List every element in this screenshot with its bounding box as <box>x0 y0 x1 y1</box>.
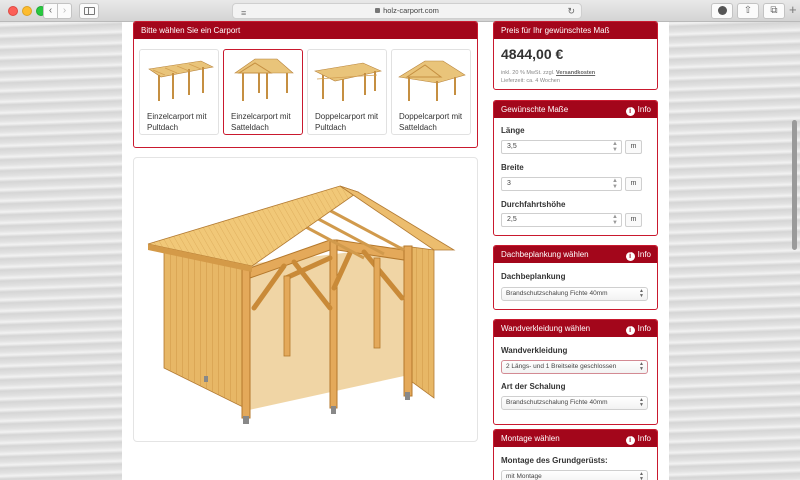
downloads-button[interactable] <box>711 3 733 19</box>
carport-pultdach-thumbnail <box>148 60 214 101</box>
tab-overview-button[interactable]: ⧉ <box>763 3 785 19</box>
sidebar-toggle-button[interactable] <box>79 3 99 19</box>
wall-info-button[interactable]: i Info <box>625 320 651 337</box>
lock-icon <box>375 8 381 13</box>
stepper-icon[interactable]: ▲ ▼ <box>612 141 618 153</box>
info-icon: i <box>625 326 635 335</box>
card-label: Einzelcarport mit Satteldach <box>231 112 291 132</box>
dimensions-header: Gewünschte Maße i Info <box>494 101 657 118</box>
card-doppel-satteldach[interactable]: Doppelcarport mit Satteldach <box>391 49 471 135</box>
share-button[interactable]: ⇧ <box>737 3 759 19</box>
wall-title: Wandverkleidung wählen <box>501 324 591 333</box>
page-scrollbar[interactable] <box>792 120 797 250</box>
roof-field-label: Dachbeplankung <box>501 272 566 281</box>
cladding-type-label: Art der Schalung <box>501 382 566 391</box>
new-tab-button[interactable]: + <box>789 2 797 17</box>
roof-select[interactable]: Brandschutzschalung Fichte 40mm ▲ ▼ <box>501 287 648 301</box>
carport-satteldach-thumbnail <box>234 58 294 101</box>
card-einzel-pultdach[interactable]: Einzelcarport mit Pultdach <box>139 49 219 135</box>
back-button[interactable]: ‹ <box>43 3 58 19</box>
width-label: Breite <box>501 163 524 172</box>
length-input[interactable]: 3,5 ▲ ▼ <box>501 140 622 154</box>
roof-info-button[interactable]: i Info <box>625 246 651 263</box>
forward-button[interactable]: › <box>57 3 72 19</box>
mounting-select[interactable]: mit Montage ▲ ▼ <box>501 470 648 480</box>
minimize-window-button[interactable] <box>22 6 32 16</box>
shipping-link[interactable]: Versandkosten <box>556 70 595 76</box>
carport-3d-view[interactable] <box>133 157 478 442</box>
carport-3d-render <box>147 185 456 424</box>
cladding-type-select[interactable]: Brandschutzschalung Fichte 40mm ▲ ▼ <box>501 396 648 410</box>
carport-selection-header: Bitte wählen Sie ein Carport <box>134 22 477 39</box>
price-amount: 4844,00 € <box>501 46 564 62</box>
carport-double-pultdach-thumbnail <box>314 62 382 101</box>
delivery-time: Lieferzeit: ca. 4 Wochen <box>501 78 560 84</box>
mounting-field-label: Montage des Grundgerüsts: <box>501 456 608 465</box>
card-label: Einzelcarport mit Pultdach <box>147 112 207 132</box>
mounting-header: Montage wählen i Info <box>494 430 657 447</box>
select-arrows-icon: ▲ ▼ <box>639 361 644 372</box>
dimensions-title: Gewünschte Maße <box>501 105 569 114</box>
roof-header: Dachbeplankung wählen i Info <box>494 246 657 263</box>
width-unit: m <box>625 177 642 191</box>
roof-title: Dachbeplankung wählen <box>501 250 589 259</box>
download-icon <box>717 6 727 15</box>
wall-field-label: Wandverkleidung <box>501 346 568 355</box>
roof-panel: Dachbeplankung wählen i Info Dachbeplanku… <box>493 245 658 310</box>
length-label: Länge <box>501 126 525 135</box>
tabs-icon: ⧉ <box>770 5 778 16</box>
height-label: Durchfahrtshöhe <box>501 200 566 209</box>
price-details: inkl. 20 % MwSt. zzgl. Versandkosten Lie… <box>501 69 595 85</box>
dimensions-panel: Gewünschte Maße i Info Länge 3,5 ▲ ▼ m Brei… <box>493 100 658 236</box>
wall-select[interactable]: 2 Längs- und 1 Breitseite geschlossen ▲ ▼ <box>501 360 648 374</box>
chevron-right-icon: › <box>62 5 67 16</box>
address-bar[interactable]: ≡ holz-carport.com ↻ <box>232 3 582 19</box>
height-input[interactable]: 2,5 ▲ ▼ <box>501 213 622 227</box>
card-label: Doppelcarport mit Satteldach <box>399 112 463 132</box>
stepper-icon[interactable]: ▲ ▼ <box>612 214 618 226</box>
url-text: holz-carport.com <box>383 6 439 15</box>
price-panel: Preis für Ihr gewünschtes Maß 4844,00 € … <box>493 21 658 90</box>
info-icon: i <box>625 252 635 261</box>
share-icon: ⇧ <box>743 5 753 16</box>
carport-selection-panel: Bitte wählen Sie ein Carport Einzelcarpo… <box>133 21 478 148</box>
info-icon: i <box>625 436 635 445</box>
width-input[interactable]: 3 ▲ ▼ <box>501 177 622 191</box>
browser-toolbar: ‹ › ≡ holz-carport.com ↻ ⇧ ⧉ + <box>0 0 800 22</box>
vat-text: inkl. 20 % MwSt. zzgl. <box>501 70 555 76</box>
card-einzel-satteldach[interactable]: Einzelcarport mit Satteldach <box>223 49 303 135</box>
carport-double-satteldach-thumbnail <box>398 60 466 101</box>
select-arrows-icon: ▲ ▼ <box>639 471 644 480</box>
length-unit: m <box>625 140 642 154</box>
select-arrows-icon: ▲ ▼ <box>639 288 644 299</box>
card-label: Doppelcarport mit Pultdach <box>315 112 379 132</box>
sidebar-icon <box>84 7 95 15</box>
mounting-info-button[interactable]: i Info <box>625 430 651 447</box>
mounting-panel: Montage wählen i Info Montage des Grundge… <box>493 429 658 480</box>
info-icon: i <box>625 107 635 116</box>
price-header: Preis für Ihr gewünschtes Maß <box>494 22 657 39</box>
card-doppel-pultdach[interactable]: Doppelcarport mit Pultdach <box>307 49 387 135</box>
dimensions-info-button[interactable]: i Info <box>625 101 651 118</box>
wall-panel: Wandverkleidung wählen i Info Wandverklei… <box>493 319 658 425</box>
stepper-icon[interactable]: ▲ ▼ <box>612 178 618 190</box>
wall-header: Wandverkleidung wählen i Info <box>494 320 657 337</box>
plus-icon: + <box>789 2 797 17</box>
reader-menu-icon[interactable]: ≡ <box>241 6 246 20</box>
height-unit: m <box>625 213 642 227</box>
mounting-title: Montage wählen <box>501 434 560 443</box>
chevron-left-icon: ‹ <box>48 5 53 16</box>
reload-icon[interactable]: ↻ <box>567 4 575 18</box>
select-arrows-icon: ▲ ▼ <box>639 397 644 408</box>
close-window-button[interactable] <box>8 6 18 16</box>
